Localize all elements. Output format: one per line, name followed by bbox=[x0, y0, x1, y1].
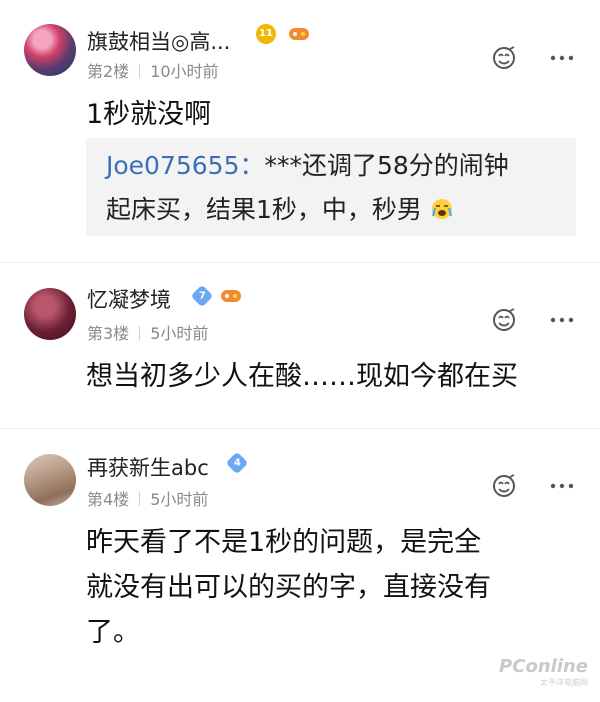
floor-number: 第4楼 bbox=[87, 490, 130, 509]
quoted-reply[interactable]: Joe075655：***还调了58分的闹钟 起床买，结果1秒，中，秒男 bbox=[86, 138, 576, 236]
post-meta: 第2楼 10小时前 bbox=[87, 58, 219, 82]
level-badge: 11 bbox=[256, 24, 276, 44]
crying-emoji-icon bbox=[431, 199, 452, 219]
post-time: 5小时前 bbox=[150, 324, 209, 343]
quote-text-line1: ***还调了58分的闹钟 bbox=[264, 151, 509, 180]
comment-text: 昨天看了不是1秒的问题，是完全 就没有出可以的买的字，直接没有 了。 bbox=[86, 520, 576, 655]
post-meta: 第3楼 5小时前 bbox=[87, 320, 208, 344]
post-time: 5小时前 bbox=[150, 490, 209, 509]
more-dots-icon[interactable] bbox=[548, 44, 576, 72]
comment-item: 忆凝梦境 7 第3楼 5小时前 想当初多少人在酸……现如今都在买 bbox=[0, 262, 600, 428]
comment-text: 1秒就没啊 bbox=[86, 99, 212, 130]
level-badge: 4 bbox=[225, 451, 249, 475]
reply-face-icon[interactable] bbox=[490, 44, 518, 72]
floor-number: 第3楼 bbox=[87, 324, 130, 343]
more-dots-icon[interactable] bbox=[548, 306, 576, 334]
post-time: 10小时前 bbox=[150, 62, 219, 81]
avatar[interactable] bbox=[24, 288, 76, 340]
watermark-logo: PConline 太平洋电脑网 bbox=[499, 656, 588, 687]
comment-text: 想当初多少人在酸……现如今都在买 bbox=[86, 361, 518, 392]
floor-number: 第2楼 bbox=[87, 62, 130, 81]
game-badge-icon bbox=[221, 290, 241, 302]
reply-face-icon[interactable] bbox=[490, 472, 518, 500]
username[interactable]: 再获新生abc bbox=[87, 452, 209, 482]
comment-text-line: 就没有出可以的买的字，直接没有 bbox=[86, 572, 491, 603]
game-badge-icon bbox=[289, 28, 309, 40]
post-meta: 第4楼 5小时前 bbox=[87, 486, 208, 510]
level-badge: 7 bbox=[190, 284, 214, 308]
reply-face-icon[interactable] bbox=[490, 306, 518, 334]
comment-text-line: 了。 bbox=[86, 617, 140, 648]
more-dots-icon[interactable] bbox=[548, 472, 576, 500]
username[interactable]: 旗鼓相当◎高... bbox=[87, 26, 230, 56]
avatar[interactable] bbox=[24, 454, 76, 506]
quote-text-line2: 起床买，结果1秒，中，秒男 bbox=[106, 195, 422, 224]
username[interactable]: 忆凝梦境 bbox=[87, 284, 171, 314]
comment-item: 旗鼓相当◎高... 11 第2楼 10小时前 1秒就没啊 Joe075655：**… bbox=[0, 0, 600, 262]
avatar[interactable] bbox=[24, 24, 76, 76]
comment-text-line: 昨天看了不是1秒的问题，是完全 bbox=[86, 527, 482, 558]
quote-author[interactable]: Joe075655： bbox=[106, 151, 264, 180]
